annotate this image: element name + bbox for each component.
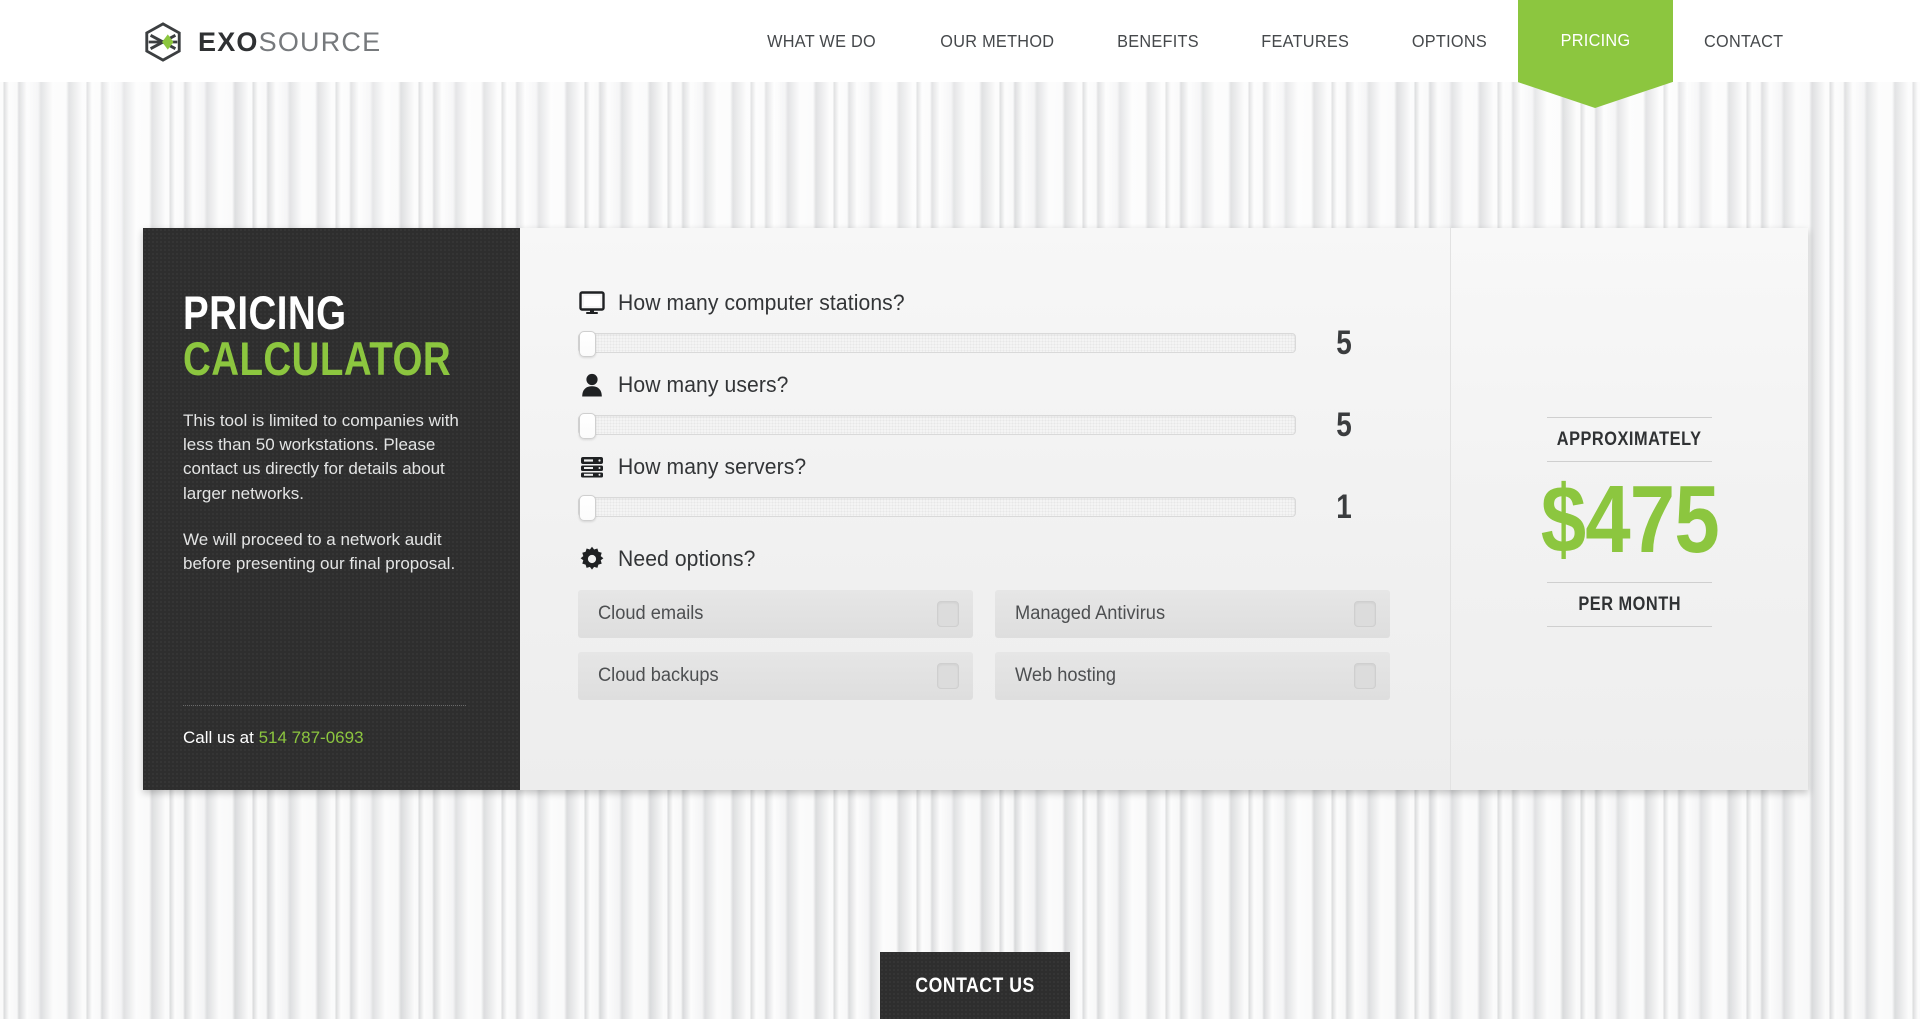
- nav-label: OUR METHOD: [940, 30, 1055, 51]
- sidebar-paragraph-2: We will proceed to a network audit befor…: [183, 529, 456, 573]
- option-label: Cloud backups: [598, 665, 719, 686]
- contact-us-label: CONTACT US: [915, 973, 1035, 997]
- slider-line: 5: [578, 408, 1392, 442]
- nav-label: OPTIONS: [1411, 30, 1487, 51]
- slider-handle[interactable]: [579, 413, 596, 439]
- option-cloud-emails[interactable]: Cloud emails: [578, 590, 973, 638]
- nav-label: WHAT WE DO: [766, 30, 876, 51]
- hexagon-logo-icon: [142, 21, 184, 63]
- slider-track-users[interactable]: [578, 413, 1296, 439]
- slider-label: How many servers?: [618, 454, 807, 479]
- slider-header: How many computer stations?: [578, 286, 1392, 320]
- slider-value-users: 5: [1336, 406, 1352, 444]
- nav-label: PRICING: [1560, 29, 1630, 50]
- slider-row-users: How many users? 5: [578, 368, 1392, 442]
- calculator-sidebar: PRICING CALCULATOR This tool is limited …: [143, 228, 520, 790]
- option-label: Web hosting: [1015, 665, 1117, 686]
- server-icon: [578, 456, 606, 478]
- call-us-line: Call us at 514 787-0693: [183, 728, 364, 748]
- slider-label: How many computer stations?: [618, 290, 905, 315]
- slider-row-servers: How many servers? 1: [578, 450, 1392, 524]
- option-web-hosting[interactable]: Web hosting: [995, 652, 1390, 700]
- slider-line: 5: [578, 326, 1392, 360]
- slider-label: How many users?: [618, 372, 789, 397]
- nav-item-pricing[interactable]: PRICING: [1517, 0, 1673, 82]
- nav-item-our-method[interactable]: OUR METHOD: [914, 0, 1080, 82]
- nav-label: CONTACT: [1703, 30, 1784, 51]
- options-section: Need options? Cloud emails Managed Antiv…: [578, 542, 1392, 700]
- nav-item-benefits[interactable]: BENEFITS: [1091, 0, 1225, 82]
- options-header: Need options?: [578, 542, 1392, 576]
- nav-item-features[interactable]: FEATURES: [1236, 0, 1376, 82]
- page-title-line1: PRICING: [183, 286, 347, 339]
- option-checkbox[interactable]: [937, 601, 959, 627]
- price-amount: $475: [1540, 466, 1719, 574]
- slider-header: How many users?: [578, 368, 1392, 402]
- slider-track-servers[interactable]: [578, 495, 1296, 521]
- slider-line: 1: [578, 490, 1392, 524]
- price-per-month-label: PER MONTH: [1578, 593, 1681, 615]
- page-title-line2: CALCULATOR: [183, 331, 452, 385]
- slider-track-computer-stations[interactable]: [578, 331, 1296, 357]
- price-approximately-label: APPROXIMATELY: [1557, 429, 1702, 451]
- nav-item-options[interactable]: OPTIONS: [1386, 0, 1513, 82]
- option-managed-antivirus[interactable]: Managed Antivirus: [995, 590, 1390, 638]
- price-rule-bottom: [1547, 625, 1712, 627]
- option-checkbox[interactable]: [1354, 663, 1376, 689]
- logo-text-light: SOURCE: [258, 26, 382, 57]
- slider-value-servers: 1: [1336, 488, 1352, 526]
- option-checkbox[interactable]: [1354, 601, 1376, 627]
- nav-item-what-we-do[interactable]: WHAT WE DO: [741, 0, 902, 82]
- main-navigation: WHAT WE DO OUR METHOD BENEFITS FEATURES …: [735, 0, 1814, 82]
- price-summary-panel: APPROXIMATELY $475 PER MONTH: [1451, 228, 1808, 790]
- logo-text: EXOSOURCE: [198, 27, 381, 58]
- options-grid: Cloud emails Managed Antivirus Cloud bac…: [578, 590, 1390, 700]
- slider-value-computer-stations: 5: [1336, 324, 1352, 362]
- option-cloud-backups[interactable]: Cloud backups: [578, 652, 973, 700]
- options-label: Need options?: [618, 546, 756, 571]
- monitor-icon: [578, 291, 606, 315]
- nav-label: BENEFITS: [1117, 30, 1200, 51]
- slider-row-computer-stations: How many computer stations? 5: [578, 286, 1392, 360]
- user-icon: [578, 373, 606, 397]
- nav-item-contact[interactable]: CONTACT: [1678, 0, 1809, 82]
- pricing-calculator-card: PRICING CALCULATOR This tool is limited …: [143, 228, 1808, 790]
- gear-icon: [578, 546, 606, 572]
- contact-us-button[interactable]: CONTACT US: [880, 952, 1070, 1019]
- slider-header: How many servers?: [578, 450, 1392, 484]
- site-header: EXOSOURCE WHAT WE DO OUR METHOD BENEFITS…: [0, 0, 1920, 82]
- slider-handle[interactable]: [579, 331, 596, 357]
- phone-number-link[interactable]: 514 787-0693: [259, 728, 364, 747]
- nav-label: FEATURES: [1261, 30, 1350, 51]
- option-label: Cloud emails: [598, 603, 704, 624]
- logo-text-bold: EXO: [198, 26, 259, 57]
- option-checkbox[interactable]: [937, 663, 959, 689]
- call-us-prefix: Call us at: [183, 728, 259, 747]
- sidebar-divider: [183, 705, 466, 706]
- option-label: Managed Antivirus: [1015, 603, 1166, 624]
- logo[interactable]: EXOSOURCE: [142, 21, 381, 63]
- slider-handle[interactable]: [579, 495, 596, 521]
- sidebar-paragraph-1: This tool is limited to companies with l…: [183, 411, 459, 503]
- calculator-controls: How many computer stations? 5 How many u…: [520, 228, 1451, 790]
